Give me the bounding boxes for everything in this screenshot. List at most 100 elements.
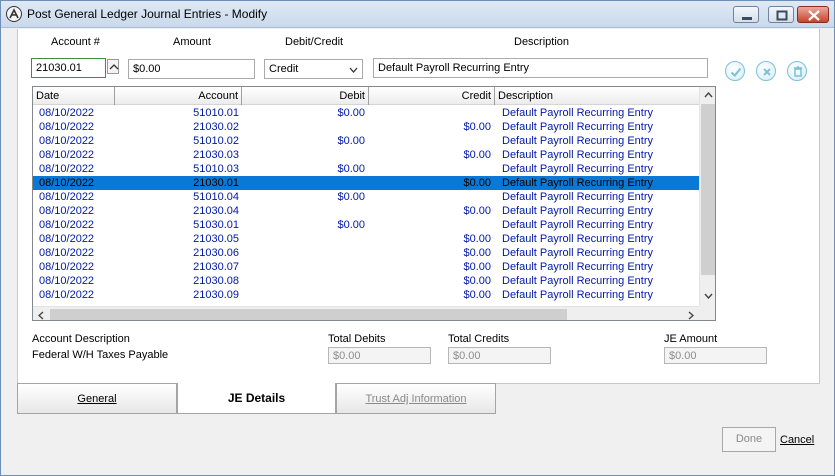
table-row[interactable]: 08/10/2022 21030.04 $0.00 Default Payroll R… <box>33 204 699 218</box>
table-row[interactable]: 08/10/2022 21030.01 $0.00 Default Payroll R… <box>33 176 699 190</box>
table-row[interactable]: 08/10/2022 21030.05 $0.00 Default Payroll R… <box>33 232 699 246</box>
table-row[interactable]: 08/10/2022 51010.02 $0.00 Default Payroll R… <box>33 134 699 148</box>
account-lookup-button[interactable] <box>107 59 119 74</box>
tab-general[interactable]: General <box>17 383 177 414</box>
cell-account: 21030.02 <box>193 121 239 133</box>
tab-je-details-label: JE Details <box>227 391 286 405</box>
cell-date: 08/10/2022 <box>39 247 95 259</box>
maximize-button[interactable] <box>768 6 794 23</box>
table-row[interactable]: 08/10/2022 21030.09 $0.00 Default Payroll R… <box>33 288 699 302</box>
cell-description: Default Payroll Recurring Entry <box>502 247 654 259</box>
cell-date: 08/10/2022 <box>39 261 95 273</box>
accept-button[interactable] <box>725 61 745 81</box>
scroll-right-icon[interactable] <box>688 311 694 320</box>
cell-debit <box>242 120 365 134</box>
je-amount-label: JE Amount <box>664 333 718 345</box>
scroll-up-icon[interactable] <box>704 92 713 98</box>
cell-credit: $0.00 <box>463 261 491 273</box>
cell-credit: $0.00 <box>463 121 491 133</box>
cell-credit: $0.00 <box>463 177 491 189</box>
cell-credit <box>369 106 491 120</box>
cell-credit: $0.00 <box>463 149 491 161</box>
cell-account: 51010.03 <box>193 163 239 175</box>
account-description-label: Account Description <box>32 333 130 345</box>
cell-date: 08/10/2022 <box>39 275 95 287</box>
debit-credit-select[interactable]: Credit <box>264 59 363 79</box>
cell-account: 21030.08 <box>193 275 239 287</box>
cell-description: Default Payroll Recurring Entry <box>502 149 654 161</box>
cell-credit <box>369 162 491 176</box>
cell-debit <box>242 176 365 190</box>
tab-general-label: General <box>77 393 117 405</box>
cell-debit <box>242 246 365 260</box>
delete-entry-button[interactable] <box>787 61 807 81</box>
cell-account: 21030.07 <box>193 261 239 273</box>
total-credits-field: $0.00 <box>448 347 551 364</box>
cell-debit: $0.00 <box>337 135 365 147</box>
cell-date: 08/10/2022 <box>39 289 95 301</box>
cell-debit <box>242 232 365 246</box>
horizontal-scroll-thumb[interactable] <box>50 309 567 320</box>
scroll-corner <box>699 306 715 320</box>
horizontal-scrollbar[interactable] <box>33 306 699 320</box>
je-amount-field: $0.00 <box>664 347 767 364</box>
cancel-entry-button[interactable] <box>756 61 776 81</box>
vertical-scrollbar[interactable] <box>699 87 715 306</box>
trash-icon <box>794 66 802 77</box>
description-input[interactable]: Default Payroll Recurring Entry <box>373 58 708 78</box>
cell-account: 21030.05 <box>193 233 239 245</box>
cell-date: 08/10/2022 <box>39 121 95 133</box>
cell-date: 08/10/2022 <box>39 233 95 245</box>
column-header-account[interactable]: Account <box>115 87 242 105</box>
table-row[interactable]: 08/10/2022 51030.01 $0.00 Default Payroll R… <box>33 218 699 232</box>
app-logo-icon <box>6 6 22 22</box>
column-header-debit[interactable]: Debit <box>242 87 369 105</box>
tab-je-details[interactable]: JE Details <box>177 383 336 414</box>
tab-trust-adj-information[interactable]: Trust Adj Information <box>336 383 496 414</box>
column-header-description[interactable]: Description <box>495 87 699 105</box>
table-row[interactable]: 08/10/2022 21030.06 $0.00 Default Payroll R… <box>33 246 699 260</box>
cell-credit <box>369 218 491 232</box>
cell-date: 08/10/2022 <box>39 149 95 161</box>
scroll-left-icon[interactable] <box>38 311 44 320</box>
total-credits-label: Total Credits <box>448 333 510 345</box>
table-row[interactable]: 08/10/2022 51010.04 $0.00 Default Payroll R… <box>33 190 699 204</box>
chevron-down-icon <box>349 67 358 73</box>
dialog-window: Post General Ledger Journal Entries - Mo… <box>0 0 835 476</box>
vertical-scroll-thumb[interactable] <box>701 104 715 275</box>
table-row[interactable]: 08/10/2022 21030.03 $0.00 Default Payroll R… <box>33 148 699 162</box>
cell-date: 08/10/2022 <box>39 107 95 119</box>
column-header-date[interactable]: Date <box>33 87 115 105</box>
cell-account: 51010.04 <box>193 191 239 203</box>
table-row[interactable]: 08/10/2022 51010.01 $0.00 Default Payroll R… <box>33 106 699 120</box>
title-bar[interactable]: Post General Ledger Journal Entries - Mo… <box>1 1 834 28</box>
cell-account: 21030.09 <box>193 289 239 301</box>
account-description-value: Federal W/H Taxes Payable <box>32 349 169 361</box>
cell-credit: $0.00 <box>463 275 491 287</box>
table-row[interactable]: 08/10/2022 21030.07 $0.00 Default Payroll R… <box>33 260 699 274</box>
cell-date: 08/10/2022 <box>39 205 95 217</box>
amount-input[interactable]: $0.00 <box>128 59 255 79</box>
cell-description: Default Payroll Recurring Entry <box>502 289 654 301</box>
table-row[interactable]: 08/10/2022 21030.02 $0.00 Default Payroll R… <box>33 120 699 134</box>
total-debits-label: Total Debits <box>328 333 386 345</box>
cell-credit <box>369 134 491 148</box>
column-header-credit[interactable]: Credit <box>369 87 495 105</box>
cell-account: 51030.01 <box>193 219 239 231</box>
table-row[interactable]: 08/10/2022 51010.03 $0.00 Default Payroll R… <box>33 162 699 176</box>
tab-trust-adj-label: Trust Adj Information <box>365 393 467 405</box>
entries-grid[interactable]: Date Account Debit Credit Description 08… <box>32 86 716 321</box>
cell-credit: $0.00 <box>463 205 491 217</box>
cancel-button[interactable]: Cancel <box>780 434 814 446</box>
done-button[interactable]: Done <box>722 427 776 452</box>
minimize-button[interactable] <box>733 6 759 23</box>
account-input[interactable]: 21030.01 <box>31 58 106 78</box>
cell-account: 21030.03 <box>193 149 239 161</box>
grid-header: Date Account Debit Credit Description <box>33 87 699 105</box>
close-button[interactable] <box>797 6 829 23</box>
table-row[interactable]: 08/10/2022 21030.08 $0.00 Default Payroll R… <box>33 274 699 288</box>
cell-debit: $0.00 <box>337 219 365 231</box>
cell-debit <box>242 148 365 162</box>
scroll-down-icon[interactable] <box>704 293 713 299</box>
cell-account: 21030.06 <box>193 247 239 259</box>
